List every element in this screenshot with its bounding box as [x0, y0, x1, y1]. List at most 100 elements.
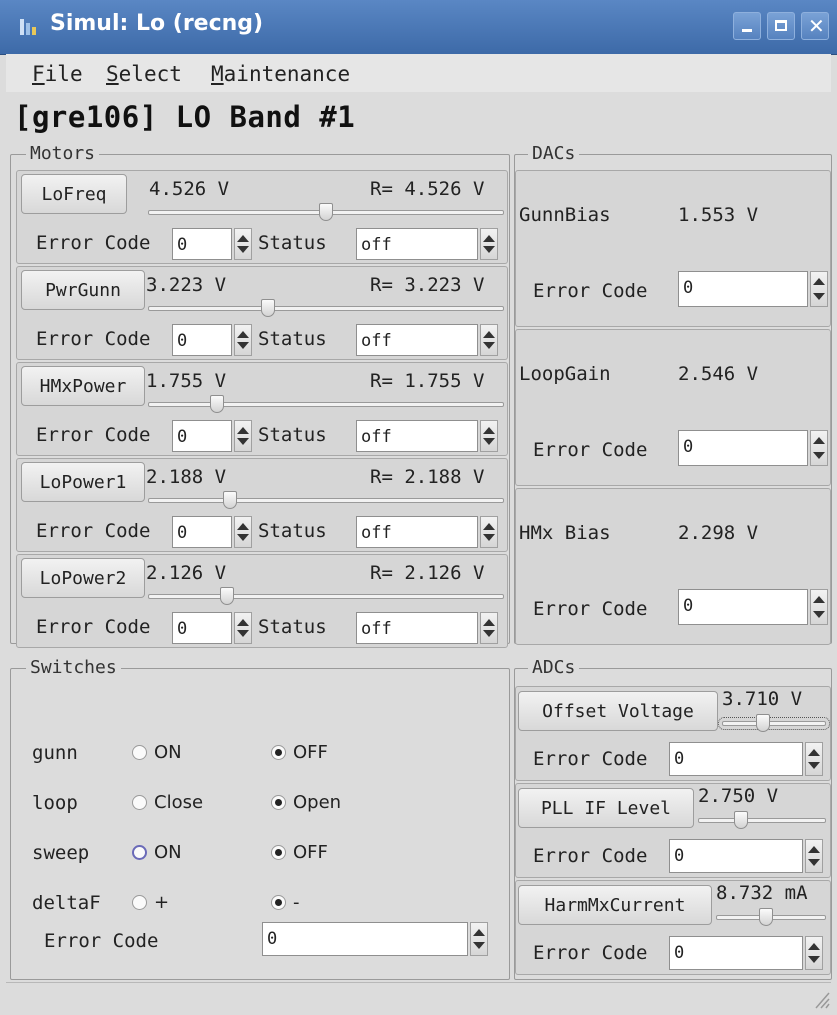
adc-slider-track[interactable]: [698, 818, 826, 823]
adc-button-3[interactable]: HarmMxCurrent: [518, 885, 712, 925]
adc-error-spinner[interactable]: [805, 936, 823, 970]
motor-error-spinner[interactable]: [234, 420, 252, 452]
spin-down-icon: [237, 342, 249, 349]
dac-name: HMx Bias: [519, 522, 611, 544]
switch-option2-radio[interactable]: [271, 745, 286, 760]
motor-button-5[interactable]: LoPower2: [21, 558, 145, 598]
adc-slider-thumb[interactable]: [756, 714, 770, 732]
switch-option2-label[interactable]: OFF: [293, 742, 328, 763]
spin-up-icon: [473, 929, 485, 936]
adc-error-field[interactable]: 0: [669, 839, 803, 873]
spin-down-icon: [808, 956, 820, 963]
menu-select[interactable]: Select: [106, 62, 182, 86]
dac-error-spinner[interactable]: [810, 589, 828, 625]
motor-status-field[interactable]: off: [356, 516, 478, 548]
motor-status-spinner[interactable]: [480, 516, 498, 548]
motor-error-label: Error Code: [36, 616, 151, 638]
menu-maintenance[interactable]: Maintenance: [211, 62, 350, 86]
spin-down-icon: [483, 246, 495, 253]
motor-status-field[interactable]: off: [356, 420, 478, 452]
motor-error-label: Error Code: [36, 424, 151, 446]
menu-file[interactable]: File: [32, 62, 83, 86]
motor-slider-thumb[interactable]: [319, 203, 333, 221]
motor-slider-thumb[interactable]: [261, 299, 275, 317]
resize-grip-icon[interactable]: [812, 987, 830, 1009]
adc-slider-thumb[interactable]: [759, 908, 773, 926]
maximize-button[interactable]: [767, 12, 795, 40]
motor-value: 1.755 V: [146, 370, 227, 392]
title-bar[interactable]: Simul: Lo (recng) ✕: [0, 0, 837, 55]
spin-up-icon: [813, 437, 825, 444]
switch-option1-radio[interactable]: [132, 745, 147, 760]
motor-status-spinner[interactable]: [480, 228, 498, 260]
motor-slider-track[interactable]: [148, 306, 504, 311]
motor-error-spinner[interactable]: [234, 612, 252, 644]
close-button[interactable]: ✕: [801, 12, 829, 40]
motor-error-field[interactable]: 0: [172, 324, 232, 356]
motor-status-field[interactable]: off: [356, 228, 478, 260]
motor-status-field[interactable]: off: [356, 612, 478, 644]
switch-option1-label[interactable]: Close: [154, 792, 203, 813]
motor-error-spinner[interactable]: [234, 516, 252, 548]
switch-option2-radio[interactable]: [271, 845, 286, 860]
adc-error-field[interactable]: 0: [669, 936, 803, 970]
motor-error-spinner[interactable]: [234, 228, 252, 260]
motor-status-field[interactable]: off: [356, 324, 478, 356]
dac-error-field[interactable]: 0: [678, 271, 808, 307]
minimize-button[interactable]: [733, 12, 761, 40]
adc-error-spinner[interactable]: [805, 742, 823, 776]
motor-status-spinner[interactable]: [480, 420, 498, 452]
adc-button-1[interactable]: Offset Voltage: [518, 691, 718, 731]
switches-error-spinner[interactable]: [470, 922, 488, 956]
menu-select-mnemonic: S: [106, 62, 119, 86]
motor-slider-thumb[interactable]: [210, 395, 224, 413]
status-bar: [6, 982, 831, 1013]
adc-value: 3.710 V: [722, 688, 803, 710]
motor-error-spinner[interactable]: [234, 324, 252, 356]
motor-slider-track[interactable]: [148, 402, 504, 407]
switch-option1-radio[interactable]: [132, 895, 147, 910]
motor-status-spinner[interactable]: [480, 324, 498, 356]
adc-error-spinner[interactable]: [805, 839, 823, 873]
switch-option2-label[interactable]: OFF: [293, 842, 328, 863]
motor-status-spinner[interactable]: [480, 612, 498, 644]
spin-up-icon: [813, 596, 825, 603]
motor-slider-thumb[interactable]: [220, 587, 234, 605]
adc-value: 2.750 V: [698, 785, 779, 807]
spin-down-icon: [483, 630, 495, 637]
switch-option2-label[interactable]: -: [293, 892, 300, 913]
switch-option1-radio[interactable]: [132, 845, 147, 860]
motor-button-4[interactable]: LoPower1: [21, 462, 145, 502]
adc-button-2[interactable]: PLL IF Level: [518, 788, 694, 828]
spin-up-icon: [808, 749, 820, 756]
dac-error-field[interactable]: 0: [678, 430, 808, 466]
window-title: Simul: Lo (recng): [50, 11, 264, 36]
motor-button-2[interactable]: PwrGunn: [21, 270, 145, 310]
dac-error-spinner[interactable]: [810, 271, 828, 307]
motor-button-3[interactable]: HMxPower: [21, 366, 145, 406]
dac-error-field[interactable]: 0: [678, 589, 808, 625]
switch-option1-label[interactable]: ON: [154, 842, 182, 863]
motor-slider-thumb[interactable]: [223, 491, 237, 509]
switch-option1-radio[interactable]: [132, 795, 147, 810]
motor-slider-track[interactable]: [148, 498, 504, 503]
motor-error-field[interactable]: 0: [172, 420, 232, 452]
motor-slider-track[interactable]: [148, 594, 504, 599]
spin-down-icon: [483, 534, 495, 541]
minimize-icon: [742, 29, 752, 32]
adc-slider-thumb[interactable]: [734, 811, 748, 829]
motor-error-field[interactable]: 0: [172, 612, 232, 644]
adc-slider-track[interactable]: [718, 717, 830, 730]
switch-option1-label[interactable]: ON: [154, 742, 182, 763]
switch-option2-radio[interactable]: [271, 895, 286, 910]
motor-error-field[interactable]: 0: [172, 516, 232, 548]
switch-option2-radio[interactable]: [271, 795, 286, 810]
adc-error-field[interactable]: 0: [669, 742, 803, 776]
switch-option1-label[interactable]: +: [154, 892, 169, 913]
dac-error-spinner[interactable]: [810, 430, 828, 466]
switch-option2-label[interactable]: Open: [293, 792, 341, 813]
switches-error-field[interactable]: 0: [262, 922, 468, 956]
motor-value: 2.188 V: [146, 466, 227, 488]
motor-error-field[interactable]: 0: [172, 228, 232, 260]
motor-button-1[interactable]: LoFreq: [21, 174, 127, 214]
